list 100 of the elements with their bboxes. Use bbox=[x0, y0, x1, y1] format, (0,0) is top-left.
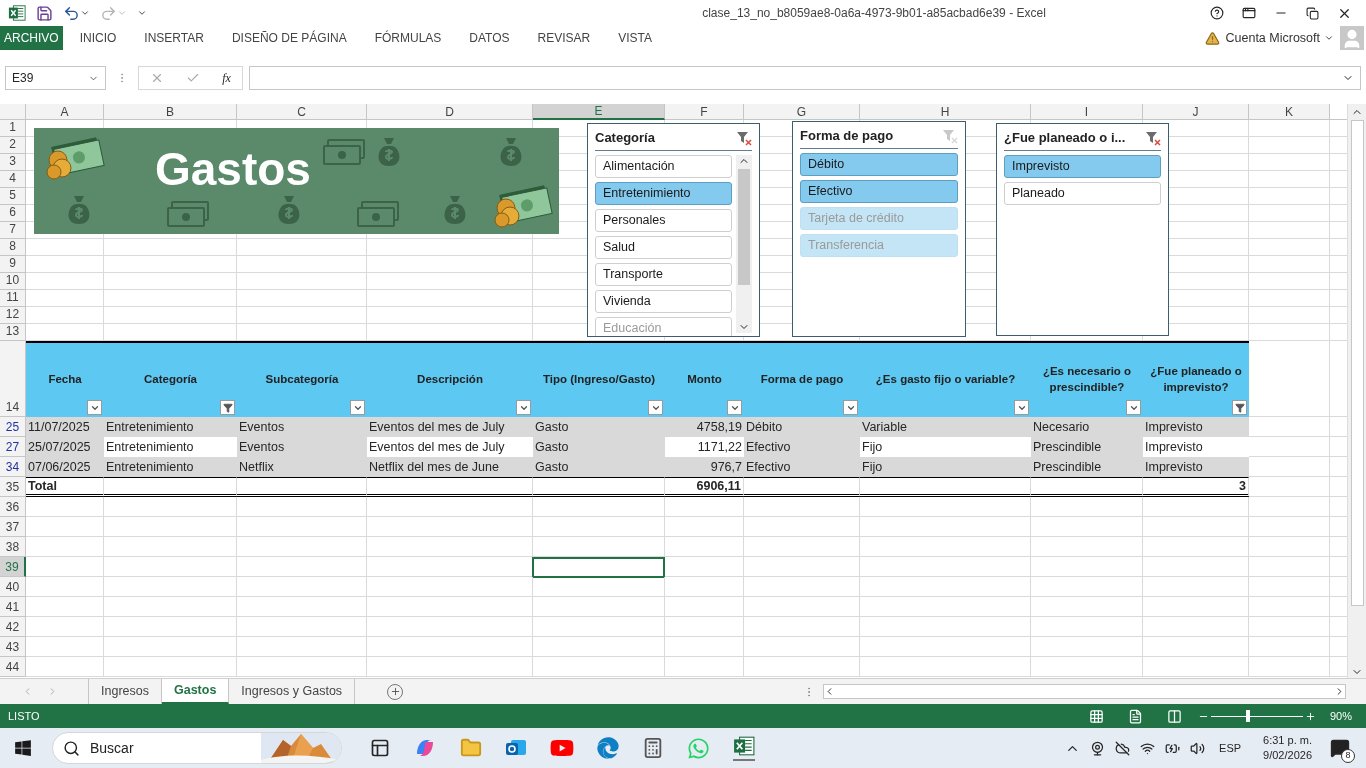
account-button[interactable]: Cuenta Microsoft bbox=[1225, 28, 1320, 48]
slicer-item[interactable]: Alimentación bbox=[595, 154, 732, 178]
slicer-item[interactable]: Transporte bbox=[595, 262, 732, 286]
calculator-icon[interactable] bbox=[642, 737, 664, 759]
filter-button[interactable] bbox=[1126, 400, 1141, 415]
row-header[interactable]: 44 bbox=[0, 657, 26, 677]
column-header[interactable]: B bbox=[104, 104, 237, 120]
row-header[interactable]: 35 bbox=[0, 477, 26, 497]
insert-function-button[interactable]: fx bbox=[222, 69, 231, 87]
row-header[interactable]: 4 bbox=[0, 171, 26, 188]
clear-filter-icon[interactable] bbox=[736, 129, 752, 146]
column-header[interactable]: A bbox=[26, 104, 104, 120]
ribbon-tab[interactable]: DATOS bbox=[469, 29, 510, 47]
filter-button[interactable] bbox=[1232, 400, 1247, 415]
task-view-icon[interactable] bbox=[370, 738, 390, 758]
row-header[interactable]: 36 bbox=[0, 497, 26, 517]
slicer-item[interactable]: Débito bbox=[800, 152, 958, 176]
row-header[interactable]: 7 bbox=[0, 222, 26, 239]
row-header[interactable]: 2 bbox=[0, 137, 26, 154]
row-header[interactable]: 14 bbox=[0, 341, 26, 417]
filter-button[interactable] bbox=[516, 400, 531, 415]
page-layout-icon[interactable] bbox=[1127, 708, 1143, 724]
empty-cells[interactable] bbox=[1249, 477, 1347, 497]
slicer-item[interactable]: Vivienda bbox=[595, 289, 732, 313]
filter-button[interactable] bbox=[648, 400, 663, 415]
ribbon-tab[interactable]: VISTA bbox=[618, 29, 653, 47]
column-header[interactable]: H bbox=[860, 104, 1031, 120]
clock-date[interactable]: 9/02/2026 bbox=[1263, 748, 1312, 763]
clock-time[interactable]: 6:31 p. m. bbox=[1263, 733, 1312, 748]
ribbon-tab[interactable]: DISEÑO DE PÁGINA bbox=[231, 29, 347, 47]
filter-button[interactable] bbox=[1014, 400, 1029, 415]
row-header[interactable]: 11 bbox=[0, 290, 26, 307]
row-header[interactable]: 40 bbox=[0, 577, 26, 597]
column-header[interactable]: C bbox=[237, 104, 367, 120]
name-box[interactable]: E39 bbox=[5, 66, 106, 90]
restore-icon[interactable] bbox=[1306, 6, 1319, 20]
sheet-tab[interactable]: Gastos bbox=[161, 679, 230, 704]
row-header[interactable]: 3 bbox=[0, 154, 26, 171]
zoom-level[interactable]: 90% bbox=[1329, 707, 1352, 725]
wifi-icon[interactable] bbox=[1140, 740, 1156, 756]
row-header[interactable]: 34 bbox=[0, 457, 26, 477]
column-header[interactable]: F bbox=[665, 104, 744, 120]
ribbon-tab[interactable]: FÓRMULAS bbox=[374, 29, 442, 47]
row-header[interactable]: 5 bbox=[0, 188, 26, 205]
zoom-slider[interactable] bbox=[1210, 710, 1303, 722]
column-header[interactable]: D bbox=[367, 104, 533, 120]
excel-app-icon[interactable] bbox=[733, 735, 755, 757]
row-header[interactable]: 25 bbox=[0, 417, 26, 437]
ribbon-tab[interactable]: INICIO bbox=[79, 29, 117, 47]
column-header[interactable]: G bbox=[744, 104, 860, 120]
slicer-item[interactable]: Efectivo bbox=[800, 179, 958, 203]
page-break-icon[interactable] bbox=[1166, 708, 1182, 724]
help-icon[interactable] bbox=[1210, 6, 1224, 20]
row-header[interactable]: 12 bbox=[0, 307, 26, 324]
edge-icon[interactable] bbox=[597, 737, 619, 759]
windows-icon[interactable] bbox=[14, 739, 32, 757]
row-header[interactable]: 6 bbox=[0, 205, 26, 222]
slicer-item[interactable]: Salud bbox=[595, 235, 732, 259]
column-header[interactable]: J bbox=[1143, 104, 1249, 120]
scrollbar[interactable] bbox=[736, 154, 752, 333]
customize-toolbar-icon[interactable] bbox=[137, 8, 147, 18]
filter-button[interactable] bbox=[87, 400, 102, 415]
clear-filter-icon[interactable] bbox=[1145, 129, 1161, 146]
row-header[interactable]: 8 bbox=[0, 239, 26, 256]
camera-icon[interactable] bbox=[1090, 740, 1106, 756]
row-header[interactable]: 37 bbox=[0, 517, 26, 537]
row-header[interactable]: 41 bbox=[0, 597, 26, 617]
selected-cell[interactable] bbox=[532, 557, 665, 578]
filter-button[interactable] bbox=[220, 400, 235, 415]
slicer-item[interactable]: Personales bbox=[595, 208, 732, 232]
filter-button[interactable] bbox=[843, 400, 858, 415]
caret-icon[interactable] bbox=[80, 8, 90, 18]
formula-field[interactable] bbox=[249, 66, 1361, 90]
zoom-in-icon[interactable] bbox=[1304, 710, 1316, 722]
vertical-scrollbar[interactable] bbox=[1347, 104, 1366, 678]
row-header[interactable]: 27 bbox=[0, 437, 26, 457]
slicer-item[interactable]: Entretenimiento bbox=[595, 181, 732, 205]
row-header[interactable]: 1 bbox=[0, 120, 26, 137]
undo-icon[interactable] bbox=[63, 4, 80, 22]
ribbon-tab[interactable]: REVISAR bbox=[537, 29, 591, 47]
row-header[interactable]: 9 bbox=[0, 256, 26, 273]
column-header[interactable]: E bbox=[533, 104, 665, 120]
ribbon-tab[interactable]: INSERTAR bbox=[144, 29, 204, 47]
row-header[interactable]: 39 bbox=[0, 557, 26, 577]
language-indicator[interactable]: ESP bbox=[1219, 739, 1242, 757]
filter-button[interactable] bbox=[350, 400, 365, 415]
filter-button[interactable] bbox=[727, 400, 742, 415]
ribbon-options-icon[interactable] bbox=[1242, 6, 1256, 20]
row-header[interactable]: 38 bbox=[0, 537, 26, 557]
cloud-off-icon[interactable] bbox=[1115, 740, 1131, 756]
column-header[interactable]: K bbox=[1249, 104, 1330, 120]
row-header[interactable]: 42 bbox=[0, 617, 26, 637]
row-header[interactable]: 10 bbox=[0, 273, 26, 290]
caret-icon[interactable] bbox=[1324, 33, 1334, 43]
horizontal-scrollbar[interactable] bbox=[823, 684, 1346, 699]
row-header[interactable]: 43 bbox=[0, 637, 26, 657]
column-header[interactable]: I bbox=[1031, 104, 1143, 120]
save-icon[interactable] bbox=[36, 4, 53, 22]
search-field[interactable]: Buscar bbox=[52, 732, 342, 764]
file-tab[interactable]: ARCHIVO bbox=[0, 26, 63, 50]
